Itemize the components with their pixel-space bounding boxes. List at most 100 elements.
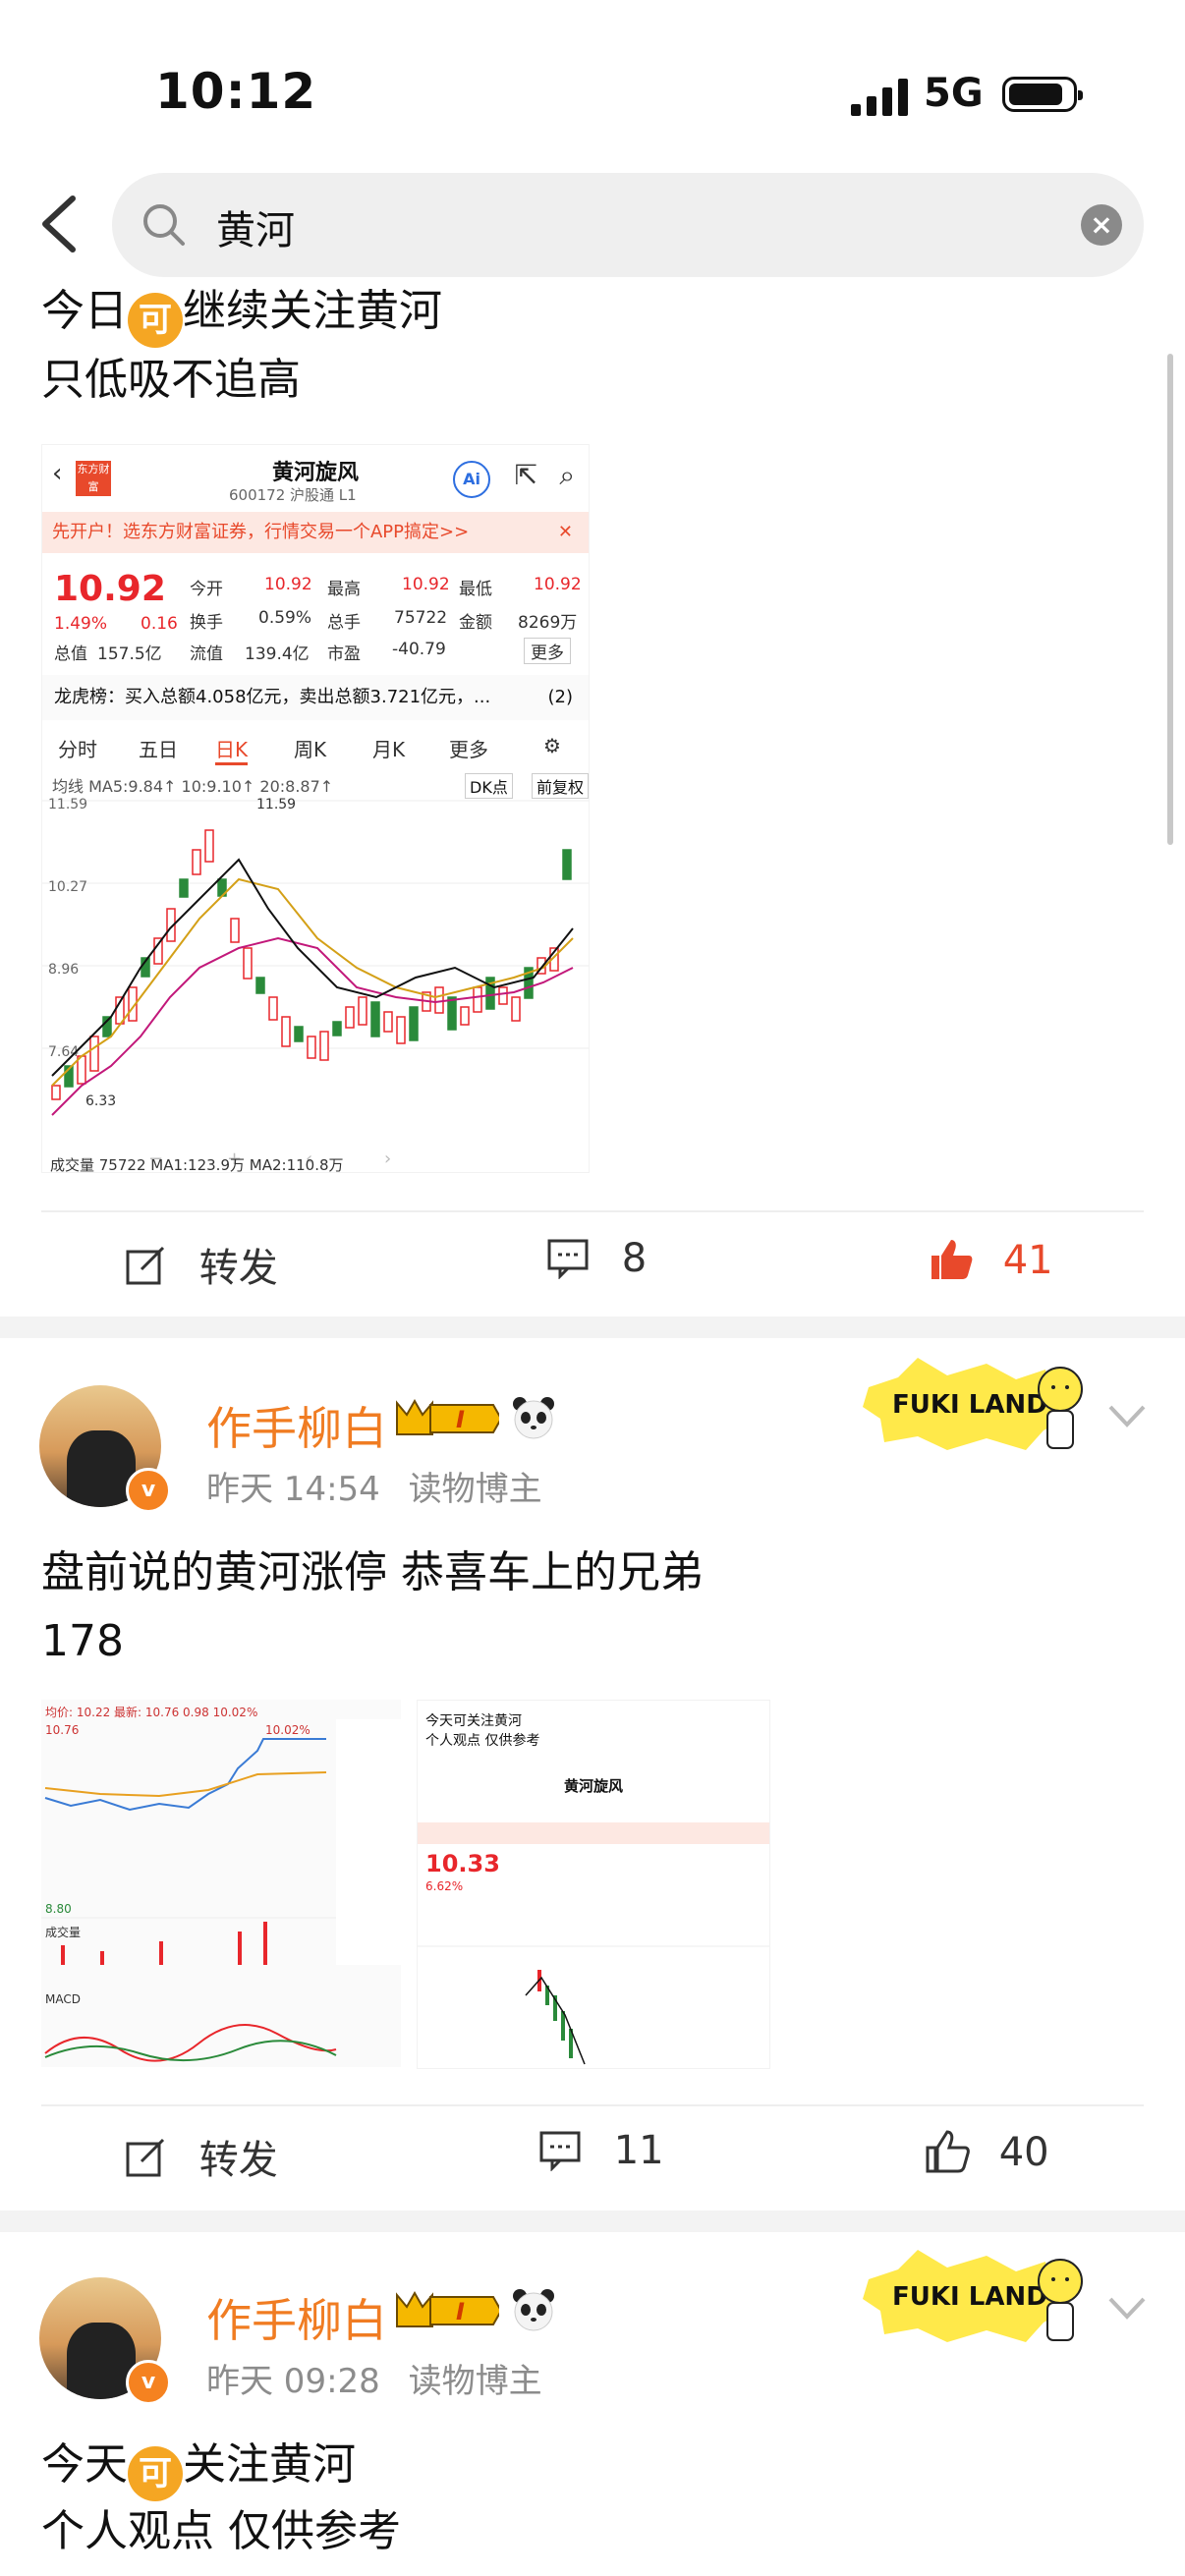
fuki-text: FUKI LAND	[892, 1390, 1047, 1420]
card-change: 0.16	[141, 614, 178, 634]
post3-text-b: 关注黄河	[183, 2439, 356, 2490]
field-value: 157.5亿	[97, 644, 162, 664]
field-key: 换手	[190, 613, 223, 633]
candle	[230, 918, 240, 943]
thumb1-macd: MACD	[45, 1992, 81, 2006]
tab-fenshi: 分时	[58, 738, 97, 761]
level-text: I	[456, 2298, 465, 2325]
card-header: ‹ 东方财富 黄河旋风 600172 沪股通 L1 Ai ⇱ ⌕	[42, 445, 589, 504]
candlestick-chart: 11.59 10.27 8.96 7.64 11.59 6.33 − + ‹ ›	[42, 797, 589, 1169]
search-bar[interactable]: 黄河 ×	[112, 173, 1144, 277]
panda-icon	[513, 2289, 554, 2331]
thumb1-volume: 成交量	[45, 1926, 82, 1939]
post3-author[interactable]: 作手柳白	[206, 2285, 387, 2350]
candle	[409, 1006, 419, 1041]
field-key: 总手	[327, 613, 361, 633]
candle	[281, 1016, 291, 1047]
settings-icon: ⚙	[543, 734, 561, 757]
post1-comment-button[interactable]: 8	[546, 1236, 647, 1281]
dragon-tiger-row: 龙虎榜：买入总额4.058亿元，卖出总额3.721亿元，... (2)	[42, 675, 589, 720]
candle	[294, 1026, 304, 1042]
comment-count: 11	[613, 2128, 664, 2173]
tab-weekly-k: 周K	[294, 738, 327, 761]
y-tick: 10.27	[48, 879, 87, 895]
post2-image-1[interactable]: 均价: 10.22 最新: 10.76 0.98 10.02% 10.76 10…	[41, 1700, 401, 2067]
candle	[383, 1011, 393, 1033]
post2-like-button[interactable]: 40	[924, 2128, 1049, 2175]
field-value: 10.92	[402, 575, 450, 594]
cellular-signal-icon	[851, 79, 908, 116]
candle	[179, 878, 189, 898]
candle	[268, 996, 278, 1021]
post2-comment-button[interactable]: 11	[538, 2128, 664, 2173]
card-pct: 1.49%	[54, 614, 108, 634]
candle	[498, 986, 508, 1005]
candle	[89, 1036, 99, 1072]
post2-text-line1: 盘前说的黄河涨停 恭喜车上的兄弟	[41, 1547, 704, 1597]
post1-like-button[interactable]: 41	[928, 1236, 1053, 1283]
search-icon	[143, 204, 185, 246]
post1-stock-image[interactable]: ‹ 东方财富 黄河旋风 600172 沪股通 L1 Ai ⇱ ⌕ 先开户！选东方…	[41, 444, 590, 1173]
post3-meta: 昨天 09:28 读物博主	[206, 2354, 542, 2402]
field-key: 金额	[459, 613, 492, 633]
ke-emoji-icon: 可	[128, 293, 183, 348]
post1-repost-button[interactable]: 转发	[124, 1236, 278, 1293]
candle	[332, 1021, 342, 1036]
vip-crown-icon: I	[396, 2290, 499, 2327]
candle	[511, 996, 521, 1022]
level-text: I	[456, 1406, 465, 1433]
field-value: 10.92	[534, 575, 582, 594]
fuki-land-decoration: FUKI LAND	[863, 2250, 1083, 2342]
y-tick: 7.64	[48, 1044, 79, 1060]
candle	[447, 996, 457, 1031]
repost-icon	[126, 2138, 165, 2177]
clear-icon[interactable]: ×	[1081, 204, 1122, 246]
tab-monthly-k: 月K	[372, 738, 406, 761]
panda-icon	[513, 1397, 554, 1439]
post2-divider	[41, 2104, 1144, 2106]
fuki-text: FUKI LAND	[892, 2282, 1047, 2312]
share-icon: ⇱	[514, 459, 537, 491]
intraday-chart	[41, 1719, 401, 2062]
candle	[434, 986, 444, 1014]
like-count: 41	[1002, 1238, 1053, 1283]
post1-divider	[41, 1210, 1144, 1212]
repost-icon	[126, 1246, 165, 1285]
high-label: 11.59	[256, 797, 296, 812]
thumb1-low: 8.80	[45, 1902, 72, 1916]
candle	[243, 947, 253, 980]
post3-text-line2: 个人观点 仅供参考	[41, 2506, 401, 2556]
repost-label: 转发	[198, 2138, 278, 2183]
scrollbar[interactable]	[1167, 354, 1173, 845]
field-key: 市盈	[327, 644, 361, 664]
post2-text-line2: 178	[41, 1616, 124, 1666]
post1-text-b: 继续关注黄河	[183, 286, 442, 336]
field-value: 10.92	[264, 575, 312, 594]
field-value: 139.4亿	[245, 644, 310, 664]
field-key: 总值	[54, 644, 87, 664]
post2-repost-button[interactable]: 转发	[124, 2128, 278, 2185]
back-arrow-icon[interactable]	[37, 195, 86, 253]
feed-separator	[0, 2211, 1185, 2232]
card-stock-code: 600172 沪股通 L1	[229, 486, 357, 504]
chevron-down-icon[interactable]	[1106, 2293, 1148, 2323]
candle	[562, 849, 572, 880]
candle	[192, 849, 201, 875]
card-banner-text: 先开户！选东方财富证券，行情交易一个APP搞定>>	[52, 522, 470, 542]
fuki-land-decoration: FUKI LAND	[863, 1358, 1083, 1450]
candle	[345, 1006, 355, 1029]
comment-icon	[547, 1239, 589, 1280]
search-query[interactable]: 黄河	[216, 198, 295, 255]
post3-time: 昨天 09:28	[206, 2362, 380, 2401]
post2-author[interactable]: 作手柳白	[206, 1393, 387, 1458]
low-label: 6.33	[85, 1093, 116, 1109]
chevron-down-icon[interactable]	[1106, 1401, 1148, 1430]
field-key: 今开	[190, 580, 223, 599]
post2-time: 昨天 14:54	[206, 1470, 380, 1509]
candle	[460, 1006, 470, 1026]
ke-emoji-icon: 可	[128, 2446, 183, 2501]
candle	[204, 829, 214, 863]
repost-label: 转发	[198, 1246, 278, 1291]
post2-image-2[interactable]: 今天可关注黄河 个人观点 仅供参考 黄河旋风 10.33 6.62%	[417, 1700, 770, 2069]
field-key: 最高	[327, 580, 361, 599]
